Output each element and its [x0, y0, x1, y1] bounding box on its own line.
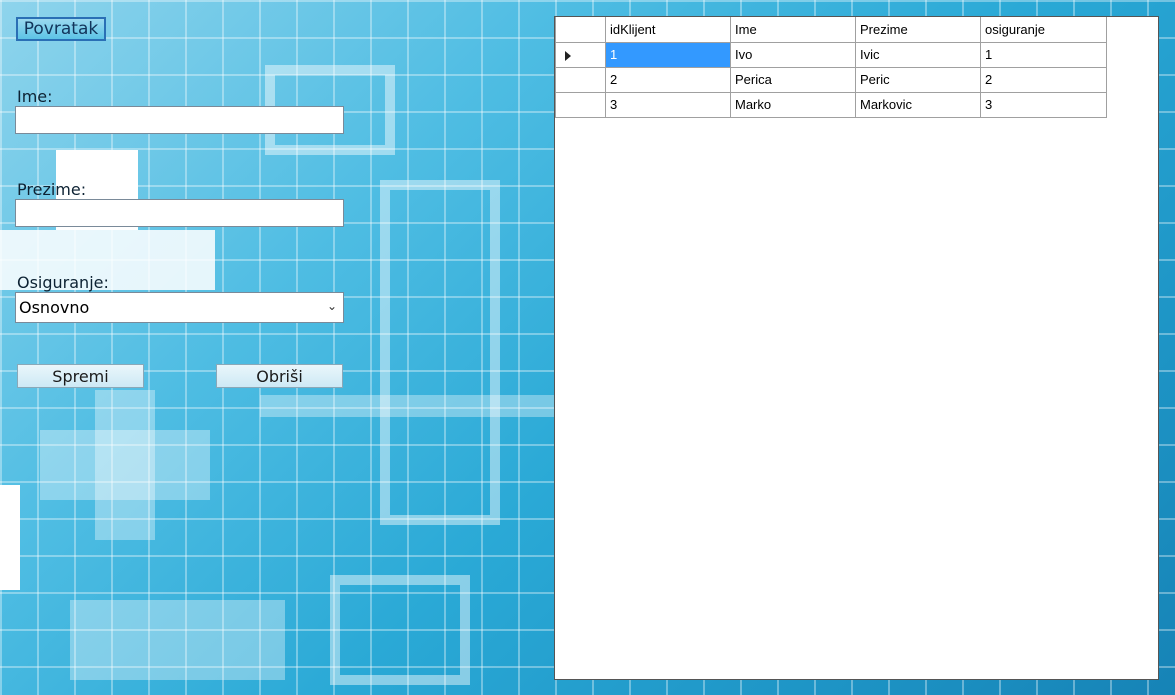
- row-header[interactable]: [555, 91, 606, 118]
- cell-osiguranje[interactable]: 3: [980, 91, 1107, 118]
- delete-button[interactable]: Obriši: [216, 364, 343, 388]
- clients-grid[interactable]: idKlijent Ime Prezime osiguranje 1 Ivo I…: [554, 16, 1159, 680]
- cell-idklijent[interactable]: 1: [605, 41, 731, 68]
- ime-input[interactable]: [15, 106, 344, 134]
- row-header[interactable]: [555, 66, 606, 93]
- row-header[interactable]: [555, 41, 606, 68]
- table-row[interactable]: 2 Perica Peric 2: [555, 66, 1107, 93]
- decor-cross: [95, 390, 155, 540]
- column-header-idklijent[interactable]: idKlijent: [605, 17, 731, 43]
- osiguranje-selected-value: Osnovno: [19, 298, 90, 317]
- chevron-down-icon[interactable]: ⌄: [327, 299, 337, 313]
- table-row[interactable]: 3 Marko Markovic 3: [555, 91, 1107, 118]
- decor-square: [0, 485, 20, 590]
- cell-idklijent[interactable]: 3: [605, 91, 731, 118]
- back-button[interactable]: Povratak: [16, 17, 106, 41]
- cell-ime[interactable]: Ivo: [730, 41, 856, 68]
- osiguranje-label: Osiguranje:: [17, 273, 109, 292]
- decor-square: [70, 600, 285, 680]
- cell-prezime[interactable]: Peric: [855, 66, 981, 93]
- prezime-label: Prezime:: [17, 180, 87, 199]
- column-header-prezime[interactable]: Prezime: [855, 17, 981, 43]
- prezime-input[interactable]: [15, 199, 344, 227]
- column-header-ime[interactable]: Ime: [730, 17, 856, 43]
- cell-osiguranje[interactable]: 1: [980, 41, 1107, 68]
- cell-idklijent[interactable]: 2: [605, 66, 731, 93]
- cell-ime[interactable]: Perica: [730, 66, 856, 93]
- osiguranje-select[interactable]: Osnovno ⌄: [15, 292, 344, 323]
- ime-label: Ime:: [17, 87, 53, 106]
- save-button[interactable]: Spremi: [17, 364, 144, 388]
- cell-prezime[interactable]: Markovic: [855, 91, 981, 118]
- column-header-osiguranje[interactable]: osiguranje: [980, 17, 1107, 43]
- decor-cross: [40, 430, 210, 500]
- cell-ime[interactable]: Marko: [730, 91, 856, 118]
- decor-cross-outline: [330, 575, 470, 685]
- table-row[interactable]: 1 Ivo Ivic 1: [555, 41, 1107, 68]
- clients-table: idKlijent Ime Prezime osiguranje 1 Ivo I…: [555, 17, 1107, 118]
- table-header-row: idKlijent Ime Prezime osiguranje: [555, 17, 1107, 43]
- decor-square: [260, 395, 555, 417]
- cell-prezime[interactable]: Ivic: [855, 41, 981, 68]
- cell-osiguranje[interactable]: 2: [980, 66, 1107, 93]
- decor-cross-outline: [380, 180, 500, 525]
- row-header-corner: [555, 17, 606, 43]
- current-row-arrow-icon: [565, 50, 571, 61]
